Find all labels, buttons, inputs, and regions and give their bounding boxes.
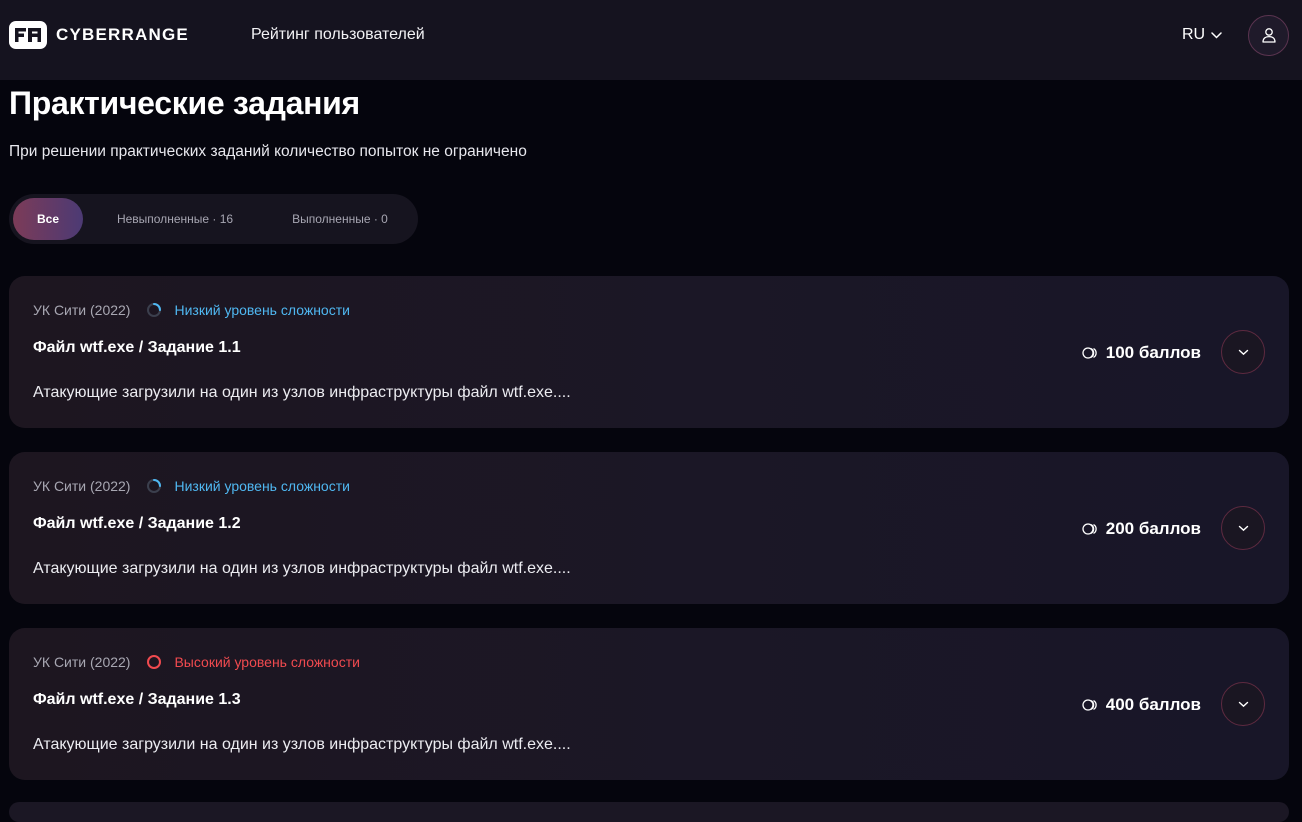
chevron-down-icon — [1238, 701, 1248, 707]
expand-task-button[interactable] — [1221, 506, 1265, 550]
task-meta: УК Сити (2022) Высокий уровень сложности — [33, 654, 360, 670]
nav-link-user-rating[interactable]: Рейтинг пользователей — [251, 26, 425, 44]
tab-incomplete[interactable]: Невыполненные · 16 — [109, 198, 241, 240]
task-description: Атакующие загрузили на один из узлов инф… — [33, 384, 571, 401]
task-description: Атакующие загрузили на один из узлов инф… — [33, 736, 571, 753]
brand-name: CYBERRANGE — [56, 25, 189, 44]
task-points: 200 баллов — [1082, 519, 1201, 539]
progress-ring-icon — [147, 655, 162, 669]
task-description: Атакующие загрузили на один из узлов инф… — [33, 560, 571, 577]
task-title: Файл wtf.exe / Задание 1.2 — [33, 515, 241, 532]
tab-all[interactable]: Все — [13, 198, 83, 240]
task-meta: УК Сити (2022) Низкий уровень сложности — [33, 478, 350, 494]
page-title: Практические задания — [9, 85, 360, 121]
task-difficulty: Высокий уровень сложности — [174, 654, 360, 670]
coin-icon — [1082, 523, 1097, 535]
brand-logo[interactable]: CYBERRANGE — [9, 21, 189, 49]
task-points-value: 200 баллов — [1105, 519, 1201, 538]
language-selector[interactable]: RU — [1182, 26, 1222, 44]
progress-ring-icon — [147, 479, 162, 493]
expand-task-button[interactable] — [1221, 330, 1265, 374]
tab-completed[interactable]: Выполненные · 0 — [285, 198, 395, 240]
language-label: RU — [1182, 26, 1206, 43]
coin-icon — [1082, 347, 1097, 359]
task-card-partial[interactable] — [9, 802, 1289, 822]
page-subtitle: При решении практических заданий количес… — [9, 143, 527, 160]
filter-tabs: Все Невыполненные · 16 Выполненные · 0 — [9, 194, 418, 244]
profile-button[interactable] — [1248, 15, 1289, 56]
task-title: Файл wtf.exe / Задание 1.3 — [33, 691, 241, 708]
top-navigation-bar: CYBERRANGE Рейтинг пользователей RU — [0, 0, 1302, 80]
task-points: 100 баллов — [1082, 343, 1201, 363]
user-icon — [1261, 28, 1276, 43]
task-company: УК Сити (2022) — [33, 478, 131, 494]
logo-mark-icon — [9, 21, 47, 49]
progress-ring-icon — [147, 303, 162, 317]
chevron-down-icon — [1238, 349, 1248, 355]
task-difficulty: Низкий уровень сложности — [174, 302, 350, 318]
task-points-value: 400 баллов — [1105, 695, 1201, 714]
task-company: УК Сити (2022) — [33, 302, 131, 318]
task-points-value: 100 баллов — [1105, 343, 1201, 362]
task-title: Файл wtf.exe / Задание 1.1 — [33, 339, 241, 356]
task-card[interactable]: УК Сити (2022) Высокий уровень сложности… — [9, 628, 1289, 780]
chevron-down-icon — [1238, 525, 1248, 531]
expand-task-button[interactable] — [1221, 682, 1265, 726]
task-card[interactable]: УК Сити (2022) Низкий уровень сложности … — [9, 452, 1289, 604]
task-points: 400 баллов — [1082, 695, 1201, 715]
task-company: УК Сити (2022) — [33, 654, 131, 670]
task-card[interactable]: УК Сити (2022) Низкий уровень сложности … — [9, 276, 1289, 428]
coin-icon — [1082, 699, 1097, 711]
chevron-down-icon — [1211, 32, 1222, 39]
task-difficulty: Низкий уровень сложности — [174, 478, 350, 494]
task-meta: УК Сити (2022) Низкий уровень сложности — [33, 302, 350, 318]
